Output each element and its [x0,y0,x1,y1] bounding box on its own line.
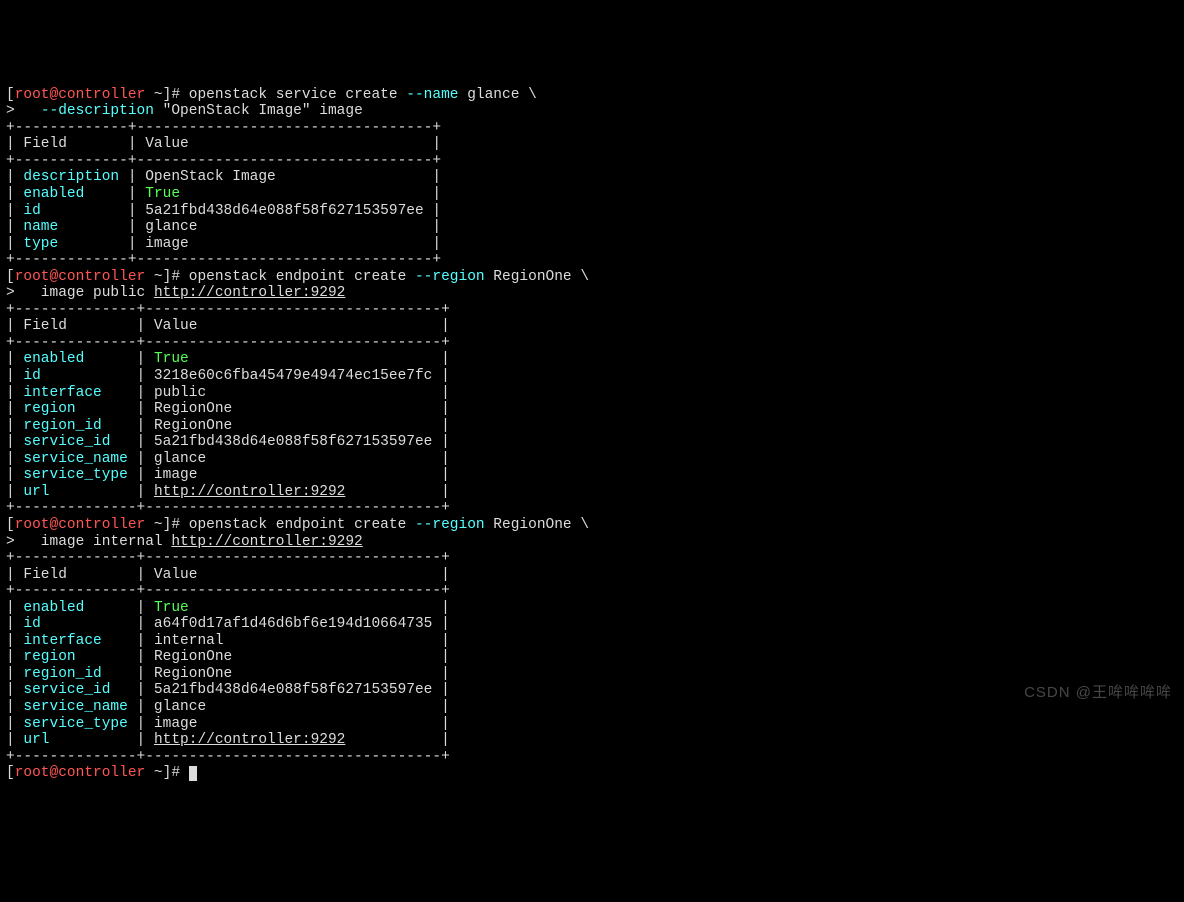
table3-border: +--------------+------------------------… [6,583,450,599]
table3-border: +--------------+------------------------… [6,550,450,566]
table2-row-service-id: | service_id | 5a21fbd438d64e088f58f6271… [6,434,450,450]
cmd3-line2: > image internal http://controller:9292 [6,534,363,550]
table2-border: +--------------+------------------------… [6,302,450,318]
table3-row-enabled: | enabled | True | [6,600,450,616]
table3-row-region-id: | region_id | RegionOne | [6,666,450,682]
table3-row-url: | url | http://controller:9292 | [6,732,450,748]
table1-row-name: | name | glance | [6,219,441,235]
table1-row-type: | type | image | [6,236,441,252]
cursor-icon [189,766,197,781]
watermark-text: CSDN @王哞哞哞哞 [1024,685,1172,702]
table1-header: | Field | Value | [6,136,441,152]
cmd2-line2: > image public http://controller:9292 [6,285,345,301]
table2-row-id: | id | 3218e60c6fba45479e49474ec15ee7fc … [6,368,450,384]
table3-row-id: | id | a64f0d17af1d46d6bf6e194d10664735 … [6,616,450,632]
table2-row-enabled: | enabled | True | [6,351,450,367]
table2-row-url: | url | http://controller:9292 | [6,484,450,500]
table2-row-service-type: | service_type | image | [6,467,450,483]
table2-row-region-id: | region_id | RegionOne | [6,418,450,434]
table2-row-interface: | interface | public | [6,385,450,401]
terminal-output[interactable]: [root@controller ~]# openstack service c… [0,66,1184,786]
table1-row-description: | description | OpenStack Image | [6,169,441,185]
table2-row-service-name: | service_name | glance | [6,451,450,467]
prompt-ready[interactable]: [root@controller ~]# [6,765,197,781]
table2-border: +--------------+------------------------… [6,500,450,516]
table3-row-service-name: | service_name | glance | [6,699,450,715]
table1-row-id: | id | 5a21fbd438d64e088f58f627153597ee … [6,203,441,219]
table3-row-service-id: | service_id | 5a21fbd438d64e088f58f6271… [6,682,450,698]
table2-header: | Field | Value | [6,318,450,334]
table3-row-service-type: | service_type | image | [6,716,450,732]
table3-border: +--------------+------------------------… [6,749,450,765]
table1-row-enabled: | enabled | True | [6,186,441,202]
table1-border: +-------------+-------------------------… [6,252,441,268]
cmd1-line2: > --description "OpenStack Image" image [6,103,363,119]
table2-row-region: | region | RegionOne | [6,401,450,417]
table3-row-region: | region | RegionOne | [6,649,450,665]
cmd3-line1: [root@controller ~]# openstack endpoint … [6,517,589,533]
cmd2-line1: [root@controller ~]# openstack endpoint … [6,269,589,285]
cmd1-line1: [root@controller ~]# openstack service c… [6,87,537,103]
table1-border: +-------------+-------------------------… [6,153,441,169]
table1-border: +-------------+-------------------------… [6,120,441,136]
table3-row-interface: | interface | internal | [6,633,450,649]
table2-border: +--------------+------------------------… [6,335,450,351]
table3-header: | Field | Value | [6,567,450,583]
